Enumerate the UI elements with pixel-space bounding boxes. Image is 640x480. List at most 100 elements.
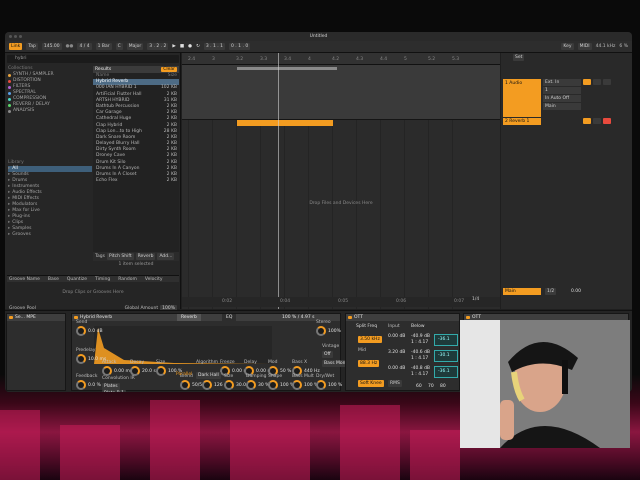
tag-chip[interactable]: Reverb bbox=[135, 253, 156, 260]
band-threshold[interactable]: -40.9 dB bbox=[411, 334, 430, 339]
loop-brace[interactable] bbox=[237, 67, 337, 70]
browser-search-input[interactable]: hybri bbox=[7, 55, 179, 63]
key-menu[interactable]: C bbox=[115, 43, 123, 50]
close-window-icon[interactable] bbox=[9, 35, 12, 38]
result-row[interactable]: Echo Flex 2 KB bbox=[93, 178, 179, 184]
vintage-label: Vintage bbox=[322, 344, 340, 349]
tag-chip: Tags bbox=[95, 254, 105, 259]
band-ratio[interactable]: 1 : 4.17 bbox=[411, 356, 428, 361]
band-input-value[interactable]: 0.00 dB bbox=[388, 334, 405, 339]
monitor-switch[interactable]: In Auto Off bbox=[543, 95, 581, 102]
reverb-solo-button[interactable] bbox=[593, 118, 601, 124]
key-map-button[interactable]: Key bbox=[561, 43, 574, 50]
results-tag[interactable]: Clear bbox=[161, 67, 177, 72]
track-activator-button[interactable] bbox=[583, 79, 591, 85]
vintage-menu[interactable]: Off bbox=[322, 351, 333, 358]
tempo-field[interactable]: 145.00 bbox=[41, 43, 62, 50]
feedback-knob[interactable] bbox=[76, 380, 86, 390]
routing-menu[interactable]: Parallel bbox=[176, 372, 192, 377]
shape-knob[interactable] bbox=[268, 380, 278, 390]
low-freq-field[interactable]: 88.3 Hz bbox=[358, 360, 380, 367]
soft-knee-button[interactable]: Soft Knee bbox=[358, 380, 384, 387]
tag-chip[interactable]: Pitch Shift bbox=[106, 253, 134, 260]
high-freq-field[interactable]: 3.50 kHz bbox=[358, 336, 382, 343]
decay-knob[interactable] bbox=[130, 366, 140, 376]
time-signature-field[interactable]: 4 / 4 bbox=[77, 43, 92, 50]
library-item[interactable]: ▸ Grooves bbox=[8, 232, 92, 238]
freeze-label: Freeze bbox=[220, 360, 235, 365]
band-threshold[interactable]: -40.6 dB bbox=[411, 350, 430, 355]
time-selection[interactable] bbox=[237, 120, 333, 126]
damping-knob[interactable] bbox=[246, 380, 256, 390]
drywet-knob[interactable] bbox=[316, 380, 326, 390]
algorithm-menu[interactable]: Dark Hall bbox=[196, 372, 221, 379]
collection-color-icon bbox=[8, 73, 11, 77]
attack-knob[interactable] bbox=[102, 366, 112, 376]
tap-button[interactable]: Tap bbox=[26, 43, 38, 50]
reverb-power-toggle[interactable] bbox=[74, 316, 78, 319]
send-knob[interactable] bbox=[76, 326, 86, 336]
input-type-menu[interactable]: Ext. In bbox=[543, 79, 581, 86]
loop-start-field[interactable]: 3 . 1 . 1 bbox=[203, 43, 226, 50]
metronome-icon[interactable]: ●● bbox=[66, 44, 74, 49]
band-input-value[interactable]: 0.00 dB bbox=[388, 366, 405, 371]
size-knob[interactable] bbox=[156, 366, 166, 376]
set-button[interactable]: Set bbox=[513, 54, 525, 61]
tag-chip[interactable]: Add... bbox=[157, 253, 175, 260]
window-title: Untitled bbox=[309, 34, 328, 39]
master-ratio[interactable]: 1/2 bbox=[545, 288, 557, 295]
groove-header: Groove Name Base Quantize Timing Random … bbox=[7, 276, 179, 282]
size2-knob[interactable] bbox=[224, 380, 234, 390]
algorithm-label: Algorithm bbox=[196, 360, 219, 365]
streamer-photo bbox=[460, 320, 630, 448]
midi-map-button[interactable]: MIDI bbox=[577, 43, 592, 50]
song-position-field[interactable]: 3 . 2 . 2 bbox=[147, 43, 169, 50]
tab-reverb[interactable]: Reverb bbox=[177, 314, 201, 321]
drop-hint: Drop Files and Devices Here bbox=[309, 201, 373, 206]
scale-menu[interactable]: Major bbox=[126, 43, 144, 50]
main-track-header[interactable]: Main bbox=[503, 288, 541, 295]
ir-file-menu[interactable]: Plate B 1 bbox=[102, 390, 127, 392]
reverb-activator-button[interactable] bbox=[583, 118, 591, 124]
record-icon[interactable]: ● bbox=[188, 44, 192, 49]
predelay-knob[interactable] bbox=[76, 354, 86, 364]
loop-icon[interactable]: ↻ bbox=[196, 44, 200, 49]
link-button[interactable]: Link bbox=[9, 43, 23, 50]
bassmult-knob[interactable] bbox=[292, 380, 302, 390]
reverb-arm-button[interactable] bbox=[603, 118, 611, 124]
input-channel-menu[interactable]: 1 bbox=[543, 87, 581, 94]
solo-button[interactable] bbox=[593, 79, 601, 85]
size-column-header[interactable]: Size bbox=[168, 73, 177, 79]
minimize-window-icon[interactable] bbox=[14, 35, 17, 38]
time-ruler[interactable]: 0:02 0:04 0:05 0:06 0:07 bbox=[182, 297, 500, 307]
decay2-knob[interactable] bbox=[202, 380, 212, 390]
ir-waveform bbox=[94, 326, 272, 364]
ir-category-menu[interactable]: Plates bbox=[102, 383, 120, 390]
rms-button[interactable]: RMS bbox=[388, 380, 402, 387]
band-ratio[interactable]: 1 : 4.17 bbox=[411, 340, 428, 345]
collection-item[interactable]: ANALYSIS bbox=[8, 108, 92, 114]
arm-button[interactable] bbox=[603, 79, 611, 85]
tab-eq[interactable]: EQ bbox=[222, 314, 237, 321]
quantize-menu[interactable]: 1 Bar bbox=[95, 43, 112, 50]
stop-icon[interactable]: ■ bbox=[180, 44, 184, 49]
midi-device-title[interactable]: Se... MPE bbox=[15, 315, 36, 320]
band-ratio[interactable]: 1 : 4.17 bbox=[411, 372, 428, 377]
stereo-knob[interactable] bbox=[316, 326, 326, 336]
beat-ruler[interactable]: 2.4 3 3.2 3.3 3.4 4 4.2 4.3 4.4 5 5.2 5.3 bbox=[182, 53, 500, 65]
band-threshold[interactable]: -40.8 dB bbox=[411, 366, 430, 371]
zoom-window-icon[interactable] bbox=[19, 35, 22, 38]
ott-title[interactable]: OTT bbox=[354, 315, 363, 320]
track-reverb-header[interactable]: 2 Reverb 1 bbox=[503, 118, 541, 125]
blend-knob[interactable] bbox=[180, 380, 190, 390]
send-label: Send bbox=[76, 320, 88, 325]
play-icon[interactable]: ▶ bbox=[172, 44, 175, 49]
loop-length-field[interactable]: 0 . 1 . 0 bbox=[229, 43, 251, 50]
output-menu[interactable]: Main bbox=[543, 103, 581, 110]
audio-track-lane[interactable] bbox=[182, 65, 500, 120]
track-audio-header[interactable]: 1 Audio bbox=[503, 79, 541, 117]
band-input-value[interactable]: 3.20 dB bbox=[388, 350, 405, 355]
delay-label: Delay bbox=[244, 360, 257, 365]
ott-power-toggle[interactable] bbox=[348, 316, 352, 319]
ruler-tick-label: 5.2 bbox=[428, 57, 436, 62]
